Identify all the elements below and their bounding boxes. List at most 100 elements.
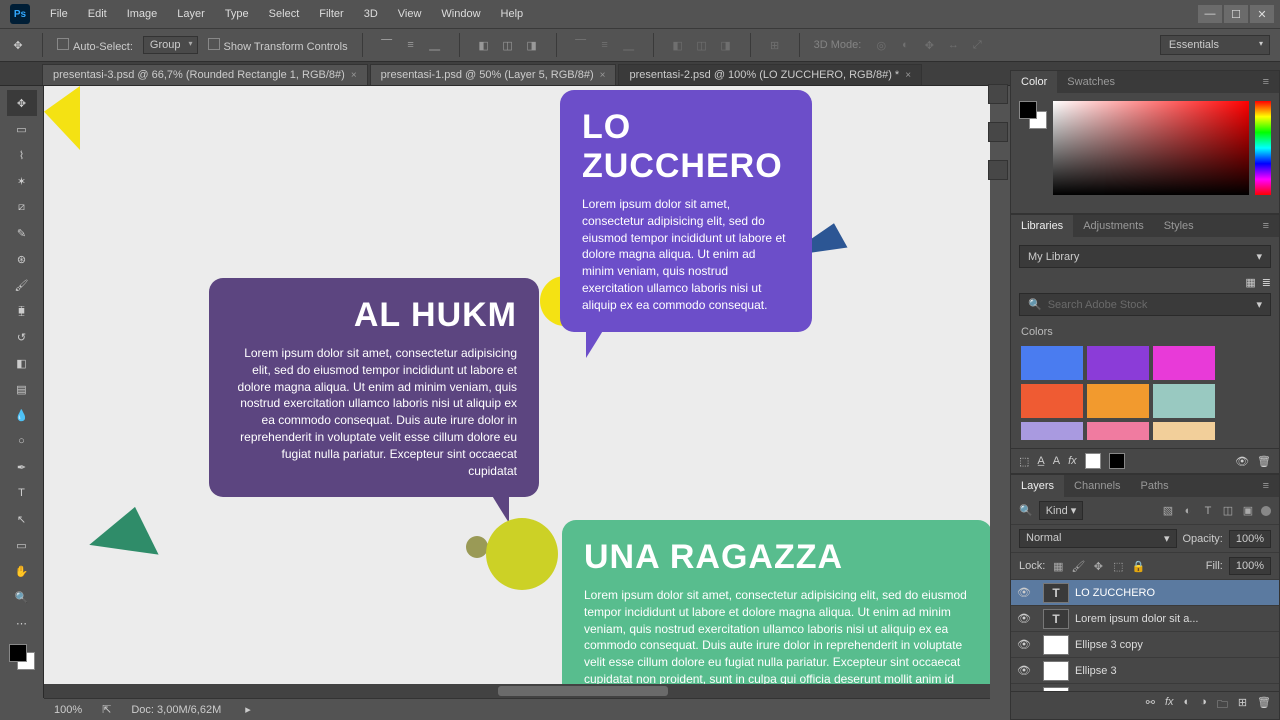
brush-tool[interactable]: 🖌 [7,272,37,298]
auto-select-checkbox[interactable]: Auto-Select: [57,38,133,53]
list-view-icon[interactable]: ≣ [1262,276,1271,289]
blend-mode-dropdown[interactable]: Normal ▾ [1019,529,1177,548]
search-stock-input[interactable]: 🔍 Search Adobe Stock▾ [1019,293,1271,316]
visibility-icon[interactable]: 👁 [1011,638,1037,651]
heal-tool[interactable]: ⊛ [7,246,37,272]
filter-toggle-icon[interactable] [1261,506,1271,516]
library-dropdown[interactable]: My Library▾ [1019,245,1271,268]
menu-type[interactable]: Type [215,8,259,20]
library-swatch[interactable] [1087,346,1149,380]
filter-smart-icon[interactable]: ▣ [1241,504,1255,518]
library-swatch[interactable] [1087,422,1149,440]
library-swatch[interactable] [1021,422,1083,440]
library-swatch[interactable] [1021,384,1083,418]
shape-tool[interactable]: ▭ [7,532,37,558]
dodge-tool[interactable]: ○ [7,428,37,454]
show-transform-checkbox[interactable]: Show Transform Controls [208,38,348,53]
add-textstyle-icon[interactable]: A [1053,455,1060,467]
wand-tool[interactable]: ✶ [7,168,37,194]
marquee-tool[interactable]: ▭ [7,116,37,142]
collapsed-panel-icon[interactable] [988,160,1008,180]
add-charstyle-icon[interactable]: A̲ [1037,455,1044,467]
tab-libraries[interactable]: Libraries [1011,215,1073,237]
tab-channels[interactable]: Channels [1064,475,1130,497]
distribute-top-icon[interactable]: ⎺ [571,35,591,55]
stamp-tool[interactable]: ⧯ [7,298,37,324]
path-tool[interactable]: ↖ [7,506,37,532]
layer-fx-icon[interactable]: fx [1165,696,1174,715]
gradient-tool[interactable]: ▤ [7,376,37,402]
close-icon[interactable]: × [351,70,357,81]
panel-menu-icon[interactable]: ≡ [1253,215,1279,237]
collapsed-panel-icon[interactable] [988,122,1008,142]
workspace-switcher[interactable]: Essentials [1160,35,1270,55]
color-fgbg[interactable] [1019,101,1047,129]
menu-edit[interactable]: Edit [78,8,117,20]
distribute-left-icon[interactable]: ◧ [668,35,688,55]
group-icon[interactable]: 🗀 [1217,696,1228,715]
align-vmid-icon[interactable]: ≡ [401,35,421,55]
align-top-icon[interactable]: ⎺ [377,35,397,55]
tab-doc-2[interactable]: presentasi-1.psd @ 50% (Layer 5, RGB/8#)… [370,64,617,85]
lock-transparency-icon[interactable]: ▦ [1051,559,1065,573]
show-icon[interactable]: 👁 [1235,455,1249,468]
menu-file[interactable]: File [40,8,78,20]
blur-tool[interactable]: 💧 [7,402,37,428]
align-bottom-icon[interactable]: ⎽ [425,35,445,55]
align-right-icon[interactable]: ◨ [522,35,542,55]
filter-shape-icon[interactable]: ◫ [1221,504,1235,518]
align-hmid-icon[interactable]: ◫ [498,35,518,55]
adjustment-layer-icon[interactable]: ◑ [1200,696,1207,715]
tab-color[interactable]: Color [1011,71,1057,93]
tab-adjustments[interactable]: Adjustments [1073,215,1154,237]
menu-window[interactable]: Window [431,8,490,20]
export-icon[interactable]: ⇱ [102,703,111,716]
hand-tool[interactable]: ✋ [7,558,37,584]
collapsed-panel-icon[interactable] [988,84,1008,104]
opacity-input[interactable]: 100% [1229,530,1271,548]
tab-swatches[interactable]: Swatches [1057,71,1125,93]
foreground-background-colors[interactable] [7,642,37,672]
distribute-hmid-icon[interactable]: ◫ [692,35,712,55]
add-fg-color-icon[interactable] [1085,453,1101,469]
lock-artboard-icon[interactable]: ⬚ [1111,559,1125,573]
hue-slider[interactable] [1255,101,1271,195]
distribute-vmid-icon[interactable]: ≡ [595,35,615,55]
link-layers-icon[interactable]: ⚯ [1146,696,1155,715]
filter-pixel-icon[interactable]: ▧ [1161,504,1175,518]
add-layerstyle-icon[interactable]: fx [1068,455,1077,467]
layer-row[interactable]: 👁TLO ZUCCHERO [1011,580,1279,606]
trash-icon[interactable]: 🗑 [1257,696,1271,715]
visibility-icon[interactable]: 👁 [1011,612,1037,625]
panel-menu-icon[interactable]: ≡ [1253,71,1279,93]
layer-row[interactable]: 👁Ellipse 3 copy [1011,632,1279,658]
visibility-icon[interactable]: 👁 [1011,664,1037,677]
grid-view-icon[interactable]: ▦ [1245,276,1255,289]
tab-styles[interactable]: Styles [1154,215,1204,237]
lock-pixels-icon[interactable]: 🖌 [1071,559,1085,573]
lock-all-icon[interactable]: 🔒 [1131,559,1145,573]
lasso-tool[interactable]: ⌇ [7,142,37,168]
eyedropper-tool[interactable]: ✎ [7,220,37,246]
close-icon[interactable]: × [600,70,606,81]
distribute-bottom-icon[interactable]: ⎽ [619,35,639,55]
layer-row[interactable]: 👁Shape 1 copy 2fx ▾ [1011,684,1279,691]
fill-input[interactable]: 100% [1229,557,1271,575]
canvas-area[interactable]: LO ZUCCHERO Lorem ipsum dolor sit amet, … [44,86,990,698]
maximize-button[interactable]: ☐ [1224,5,1248,23]
layer-row[interactable]: 👁TLorem ipsum dolor sit a... [1011,606,1279,632]
type-tool[interactable]: T [7,480,37,506]
eraser-tool[interactable]: ◧ [7,350,37,376]
close-icon[interactable]: × [905,70,911,81]
minimize-button[interactable]: — [1198,5,1222,23]
close-button[interactable]: ✕ [1250,5,1274,23]
library-swatch[interactable] [1153,346,1215,380]
lock-position-icon[interactable]: ✥ [1091,559,1105,573]
crop-tool[interactable]: ⧄ [7,194,37,220]
distribute-right-icon[interactable]: ◨ [716,35,736,55]
menu-filter[interactable]: Filter [309,8,353,20]
auto-select-dropdown[interactable]: Group [143,36,198,54]
align-left-icon[interactable]: ◧ [474,35,494,55]
move-tool[interactable]: ✥ [7,90,37,116]
new-layer-icon[interactable]: ⊞ [1238,696,1247,715]
